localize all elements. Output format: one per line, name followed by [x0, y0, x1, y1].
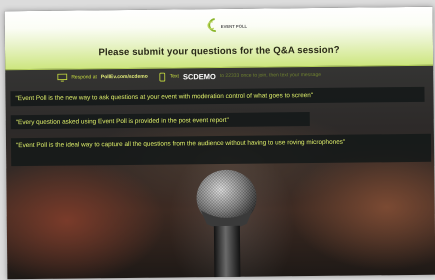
text-prefix: Text: [169, 73, 179, 80]
respond-prefix: Respond at: [71, 74, 97, 81]
qa-slide: EVENT POLL Please submit your questions …: [4, 6, 435, 280]
slide-header: EVENT POLL Please submit your questions …: [4, 6, 434, 71]
page-title: Please submit your questions for the Q&A…: [98, 44, 340, 59]
text-code: SCDEMO: [182, 71, 216, 81]
logo-wordmark: EVENT POLL: [221, 24, 248, 29]
respond-url-link[interactable]: PollEv.com/scdemo: [101, 74, 148, 80]
question-item: "Event Poll is the ideal way to capture …: [10, 133, 432, 167]
phone-icon: [159, 72, 166, 82]
text-instructions: to 22333 once to join, then text your me…: [219, 71, 322, 79]
question-item: "Event Poll is the new way to ask questi…: [10, 86, 425, 107]
microphone-image: [196, 169, 257, 280]
response-instructions: Respond at PollEv.com/scdemo Text SCDEMO…: [57, 69, 321, 84]
event-poll-logo: EVENT POLL: [207, 18, 248, 32]
monitor-icon: [57, 73, 68, 82]
question-item: "Every question asked using Event Poll i…: [10, 112, 310, 130]
